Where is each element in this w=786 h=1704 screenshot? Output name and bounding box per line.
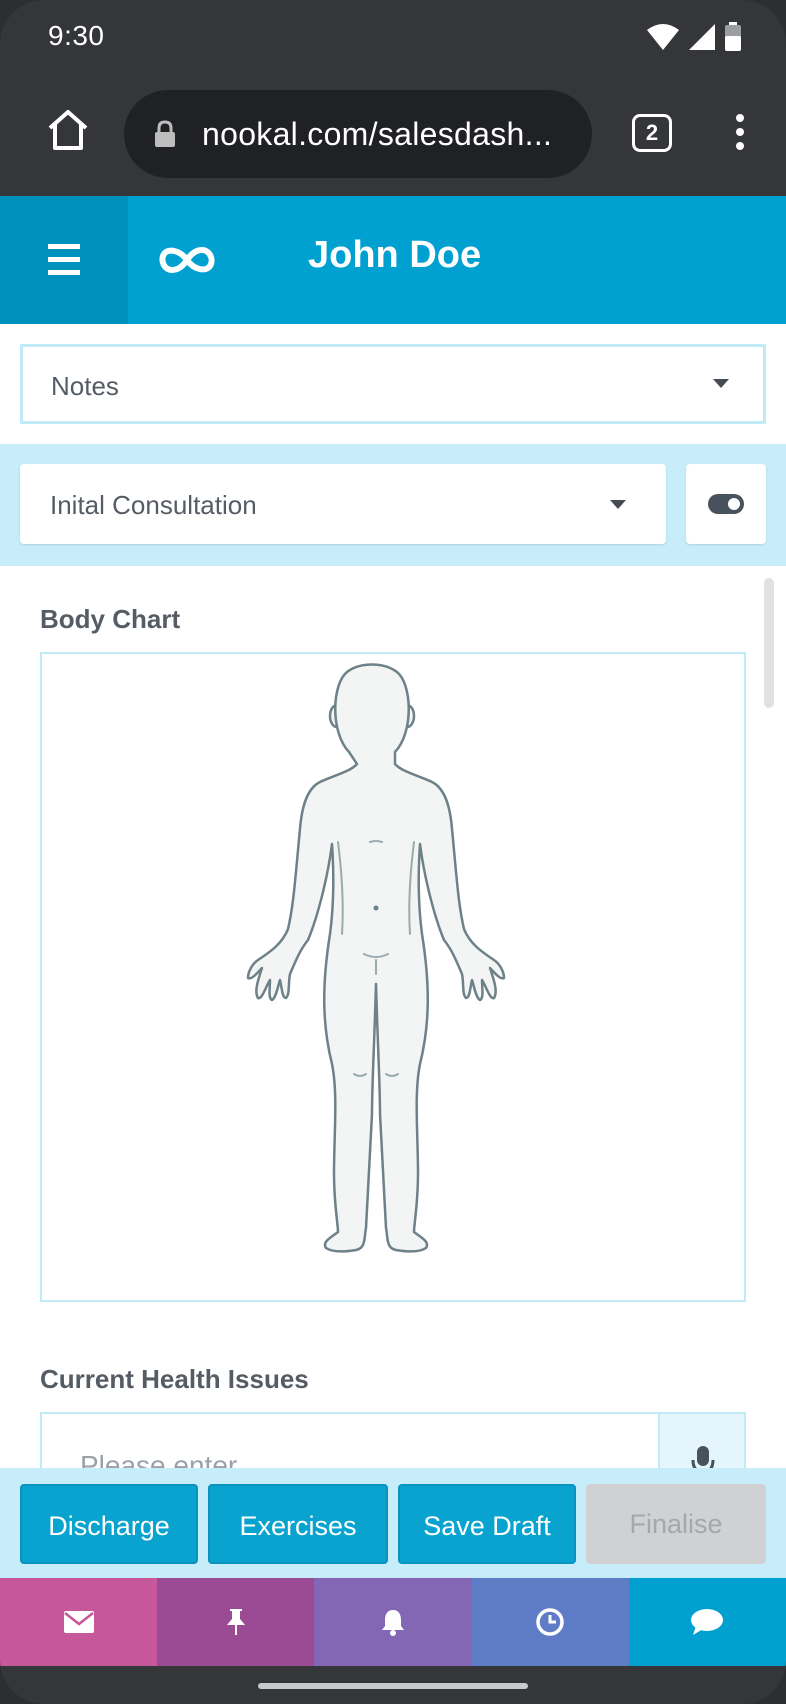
tab-switcher-button[interactable]: 2 xyxy=(632,114,672,152)
nav-messages[interactable] xyxy=(0,1578,158,1666)
clock-icon xyxy=(536,1608,564,1636)
notes-dropdown-value: Notes xyxy=(51,371,119,401)
browser-toolbar: nookal.com/salesdash... 2 xyxy=(0,76,786,196)
home-icon[interactable] xyxy=(44,106,92,154)
notes-dropdown[interactable]: Notes xyxy=(20,344,766,424)
bottom-nav xyxy=(0,1578,786,1666)
patient-name-title: John Doe xyxy=(308,234,482,276)
finalise-button[interactable]: Finalise xyxy=(586,1484,766,1564)
pin-icon xyxy=(226,1609,245,1635)
wifi-icon xyxy=(647,24,679,50)
more-menu-icon[interactable] xyxy=(728,110,752,154)
home-gesture-handle[interactable] xyxy=(258,1683,528,1689)
chat-icon xyxy=(691,1609,724,1635)
phone-screen: 9:30 nookal.com/salesdash... 2 John Doe … xyxy=(0,0,786,1704)
status-bar: 9:30 xyxy=(0,0,786,76)
nav-history[interactable] xyxy=(471,1578,629,1666)
bell-icon xyxy=(382,1610,404,1636)
action-bar: Discharge Exercises Save Draft Finalise xyxy=(0,1468,786,1578)
human-body-figure xyxy=(246,663,506,1253)
body-chart-canvas[interactable] xyxy=(40,652,746,1302)
status-icons xyxy=(646,22,742,52)
chevron-down-icon xyxy=(713,379,729,388)
menu-button[interactable] xyxy=(0,196,128,324)
chevron-down-icon xyxy=(610,500,626,509)
scrollbar[interactable] xyxy=(764,578,774,708)
address-bar[interactable]: nookal.com/salesdash... xyxy=(124,90,592,178)
save-draft-button[interactable]: Save Draft xyxy=(398,1484,576,1564)
consultation-toolbar: Inital Consultation xyxy=(0,444,786,566)
template-toggle-button[interactable] xyxy=(686,464,766,544)
gesture-bar xyxy=(0,1666,786,1704)
hamburger-icon xyxy=(48,244,80,275)
consultation-dropdown-value: Inital Consultation xyxy=(50,490,257,520)
signal-icon xyxy=(689,24,715,50)
exercises-button[interactable]: Exercises xyxy=(208,1484,388,1564)
nav-notifications[interactable] xyxy=(314,1578,472,1666)
body-chart-label: Body Chart xyxy=(40,604,181,634)
nookal-logo-icon xyxy=(159,246,215,274)
battery-icon xyxy=(725,22,741,51)
nav-chat[interactable] xyxy=(628,1578,786,1666)
toggle-icon xyxy=(708,494,744,514)
app-header: John Doe xyxy=(0,196,786,324)
main-content: Notes Inital Consultation Body Chart Cur… xyxy=(0,324,786,1578)
nav-pinned[interactable] xyxy=(157,1578,315,1666)
lock-icon xyxy=(155,120,175,147)
url-text: nookal.com/salesdash... xyxy=(202,116,553,152)
status-time: 9:30 xyxy=(48,20,105,51)
discharge-button[interactable]: Discharge xyxy=(20,1484,198,1564)
health-issues-label: Current Health Issues xyxy=(40,1364,309,1394)
envelope-icon xyxy=(63,1611,94,1633)
consultation-template-dropdown[interactable]: Inital Consultation xyxy=(20,464,666,544)
